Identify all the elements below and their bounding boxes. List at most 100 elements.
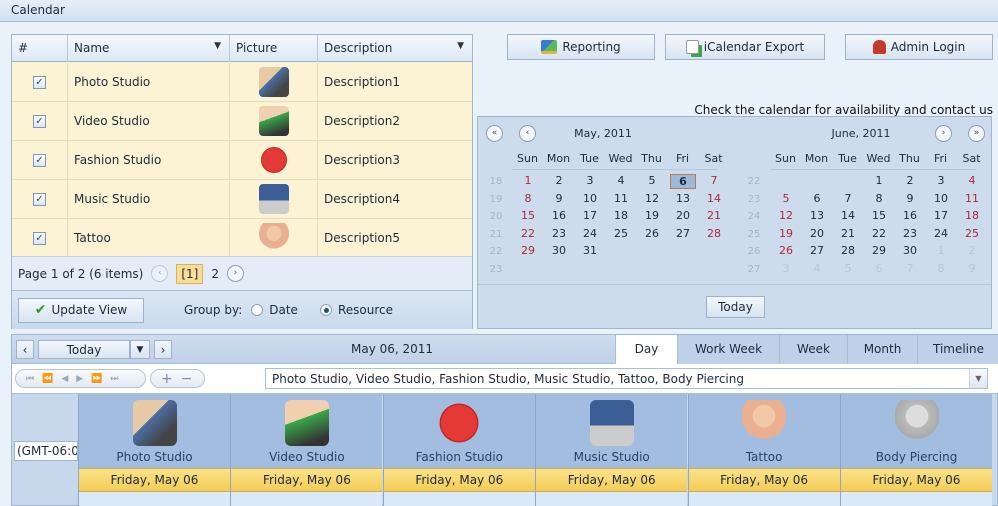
calendar-day[interactable]: 5 (835, 262, 861, 275)
time-slot[interactable] (383, 492, 535, 506)
forward-icon[interactable]: ▶ (76, 374, 83, 384)
column-header-number[interactable]: # (12, 35, 68, 62)
calendar-day[interactable]: 24 (577, 227, 603, 240)
calendar-day[interactable]: 21 (701, 209, 727, 222)
calendar-day[interactable]: 24 (928, 227, 954, 240)
tab-timeline[interactable]: Timeline (917, 335, 998, 364)
calendar-day[interactable]: 22 (515, 227, 541, 240)
calendar-day[interactable]: 31 (577, 244, 603, 257)
scheduler-date-dropdown-icon[interactable]: ▼ (130, 340, 150, 359)
last-icon[interactable]: ⏭ (110, 374, 118, 384)
calendar-day[interactable]: 2 (959, 244, 985, 257)
calendar-day[interactable]: 25 (959, 227, 985, 240)
calendar-day[interactable]: 13 (804, 209, 830, 222)
calendar-day[interactable]: 7 (701, 174, 727, 187)
calendar-day[interactable]: 6 (670, 174, 696, 189)
calendar-today-button[interactable]: Today (706, 296, 765, 318)
calendar-day[interactable]: 17 (577, 209, 603, 222)
first-icon[interactable]: ⏮ (26, 374, 34, 384)
prev-month-icon[interactable]: ‹ (519, 125, 536, 142)
scheduler-next-button[interactable]: › (154, 340, 172, 359)
plus-icon[interactable]: + (161, 371, 173, 387)
calendar-day[interactable]: 8 (866, 192, 892, 205)
timezone-field[interactable]: (GMT-06:00 (14, 441, 78, 461)
scheduler-prev-button[interactable]: ‹ (16, 340, 34, 359)
back-icon[interactable]: ◀ (61, 374, 68, 384)
calendar-day[interactable]: 5 (773, 192, 799, 205)
row-checkbox[interactable]: ✓ (33, 153, 46, 167)
calendar-day[interactable]: 16 (897, 209, 923, 222)
calendar-day[interactable]: 4 (804, 262, 830, 275)
calendar-day[interactable]: 2 (546, 174, 572, 187)
calendar-day[interactable]: 15 (866, 209, 892, 222)
tab-day[interactable]: Day (615, 335, 677, 364)
grid-row[interactable]: ✓ Tattoo Description5 (12, 219, 472, 258)
fast-forward-icon[interactable]: ⏩ (91, 374, 102, 384)
time-slot[interactable] (79, 492, 230, 506)
calendar-day[interactable]: 23 (546, 227, 572, 240)
calendar-day[interactable]: 1 (866, 174, 892, 187)
calendar-day[interactable]: 14 (701, 192, 727, 205)
column-header-picture[interactable]: Picture (230, 35, 318, 62)
calendar-day[interactable]: 8 (928, 262, 954, 275)
calendar-day[interactable]: 4 (608, 174, 634, 187)
pager-next-button[interactable]: › (226, 265, 244, 282)
calendar-day[interactable]: 25 (608, 227, 634, 240)
tab-week[interactable]: Week (779, 335, 847, 364)
calendar-day[interactable]: 11 (959, 192, 985, 205)
row-checkbox[interactable]: ✓ (33, 75, 46, 89)
calendar-day[interactable]: 30 (897, 244, 923, 257)
calendar-day[interactable]: 26 (773, 244, 799, 257)
calendar-day[interactable]: 23 (897, 227, 923, 240)
column-header-name[interactable]: Name ▼ (68, 35, 230, 62)
update-view-button[interactable]: ✔ Update View (18, 297, 144, 323)
calendar-day[interactable]: 9 (959, 262, 985, 275)
calendar-day[interactable]: 15 (515, 209, 541, 222)
calendar-day[interactable]: 29 (515, 244, 541, 257)
row-checkbox[interactable]: ✓ (33, 231, 46, 245)
calendar-day[interactable]: 3 (577, 174, 603, 187)
admin-login-button[interactable]: Admin Login (845, 34, 993, 60)
calendar-day[interactable]: 29 (866, 244, 892, 257)
calendar-day[interactable]: 7 (897, 262, 923, 275)
pager-current-page[interactable]: [1] (176, 263, 204, 284)
filter-icon[interactable]: ▼ (457, 41, 464, 51)
time-slot[interactable] (688, 492, 840, 506)
zoom-buttons[interactable]: + − (150, 369, 205, 388)
resource-filter-combo[interactable]: Photo Studio, Video Studio, Fashion Stud… (265, 368, 988, 389)
calendar-day[interactable]: 19 (639, 209, 665, 222)
minus-icon[interactable]: − (181, 371, 193, 387)
calendar-day[interactable]: 12 (773, 209, 799, 222)
calendar-day[interactable]: 20 (804, 227, 830, 240)
calendar-day[interactable]: 30 (546, 244, 572, 257)
resource-header[interactable]: Video Studio (231, 394, 383, 468)
calendar-day[interactable]: 1 (515, 174, 541, 187)
calendar-day[interactable]: 8 (515, 192, 541, 205)
icalendar-export-button[interactable]: iCalendar Export (665, 34, 825, 60)
calendar-day[interactable]: 17 (928, 209, 954, 222)
scheduler-today-button[interactable]: Today (38, 340, 130, 359)
calendar-day[interactable]: 10 (928, 192, 954, 205)
reporting-button[interactable]: Reporting (507, 34, 655, 60)
calendar-day[interactable]: 18 (959, 209, 985, 222)
calendar-day[interactable]: 20 (670, 209, 696, 222)
grid-row[interactable]: ✓ Photo Studio Description1 (12, 63, 472, 102)
calendar-day[interactable]: 9 (546, 192, 572, 205)
calendar-day[interactable]: 7 (835, 192, 861, 205)
calendar-day[interactable]: 28 (701, 227, 727, 240)
pager-page-2[interactable]: 2 (211, 267, 219, 281)
calendar-day[interactable]: 12 (639, 192, 665, 205)
calendar-day[interactable]: 4 (959, 174, 985, 187)
calendar-day[interactable]: 10 (577, 192, 603, 205)
calendar-day[interactable]: 2 (897, 174, 923, 187)
calendar-day[interactable]: 27 (804, 244, 830, 257)
calendar-day[interactable]: 26 (639, 227, 665, 240)
chevron-down-icon[interactable]: ▼ (969, 369, 987, 388)
group-by-resource-label[interactable]: Resource (338, 303, 393, 317)
calendar-day[interactable]: 5 (639, 174, 665, 187)
group-by-resource-radio[interactable] (319, 304, 332, 316)
calendar-day[interactable]: 9 (897, 192, 923, 205)
calendar-day[interactable]: 6 (866, 262, 892, 275)
group-by-date-label[interactable]: Date (269, 303, 298, 317)
fast-next-icon[interactable]: » (968, 125, 985, 142)
